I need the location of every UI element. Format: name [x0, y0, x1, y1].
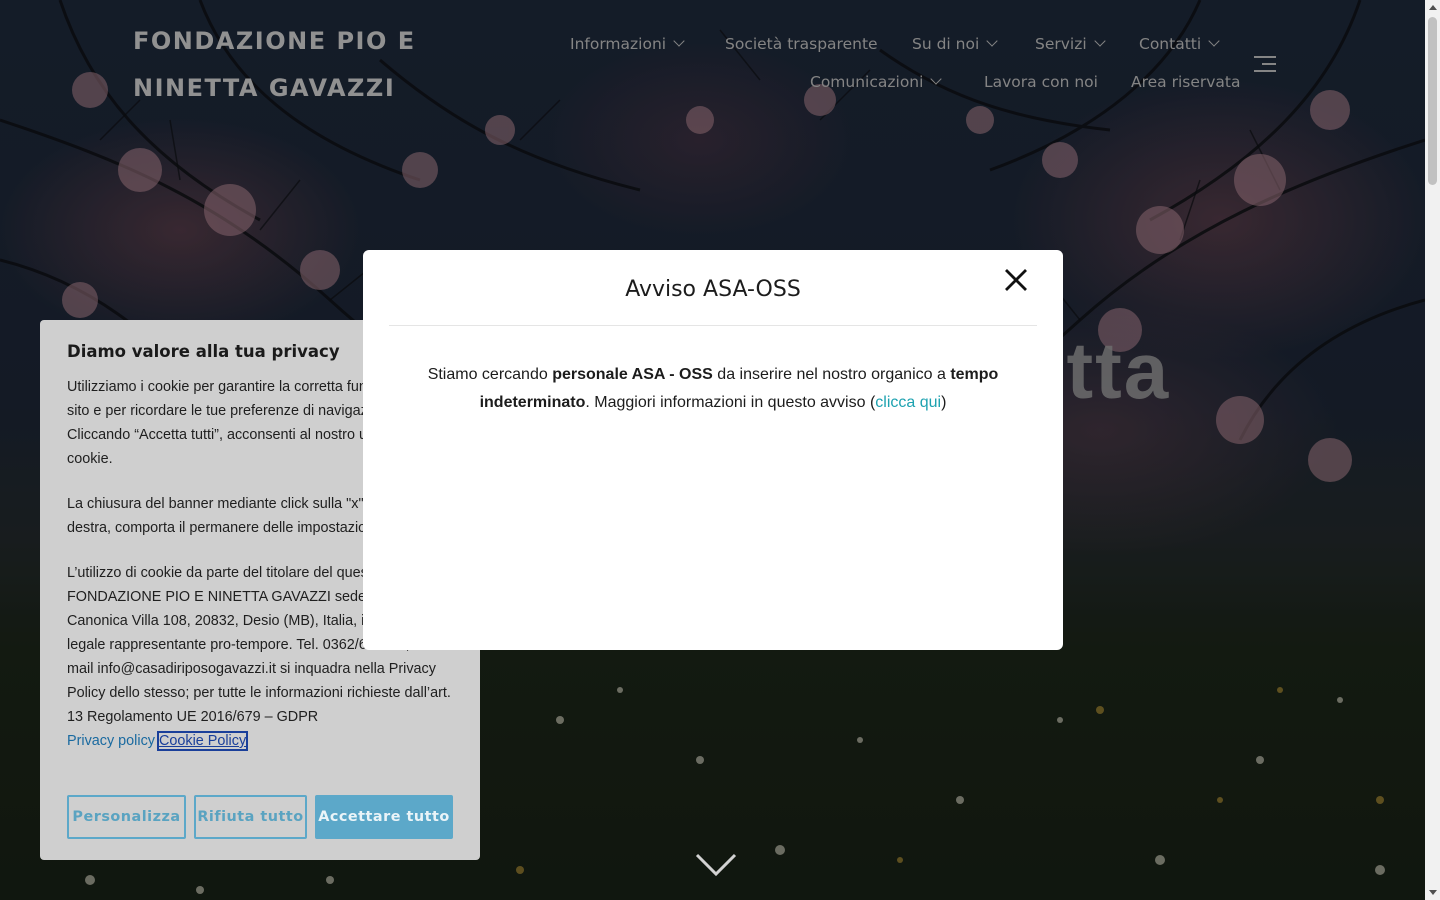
cookie-banner-links: Privacy policy Cookie Policy: [67, 729, 453, 753]
close-icon[interactable]: [1003, 267, 1029, 293]
privacy-policy-link[interactable]: Privacy policy: [67, 733, 155, 749]
accept-all-button[interactable]: Accettare tutto: [315, 795, 453, 839]
modal-body: Stiamo cercando personale ASA - OSS da i…: [403, 361, 1023, 417]
modal-divider: [389, 325, 1037, 326]
modal-body-text: ): [941, 394, 947, 411]
customize-button[interactable]: Personalizza: [67, 795, 186, 839]
modal-info-link[interactable]: clicca qui: [875, 394, 941, 411]
cookie-policy-link[interactable]: Cookie Policy: [156, 731, 249, 751]
modal-title: Avviso ASA-OSS: [625, 277, 801, 302]
scrollbar-thumb[interactable]: [1428, 17, 1437, 185]
page-scrollbar[interactable]: [1425, 0, 1440, 900]
announcement-modal: Avviso ASA-OSS Stiamo cercando personale…: [363, 250, 1063, 650]
modal-body-text: da inserire nel nostro organico a: [712, 366, 951, 383]
chevron-down-icon[interactable]: [695, 852, 737, 878]
page: etta FONDAZIONE PIO E NINETTA GAVAZZI In…: [0, 0, 1440, 900]
modal-body-bold: personale ASA - OSS: [552, 366, 713, 383]
modal-body-text: . Maggiori informazioni in questo avviso…: [585, 394, 876, 411]
modal-body-text: Stiamo cercando: [427, 366, 553, 383]
reject-all-button[interactable]: Rifiuta tutto: [194, 795, 307, 839]
scroll-down-arrow-icon[interactable]: [1429, 890, 1437, 895]
scroll-up-arrow-icon[interactable]: [1429, 5, 1437, 10]
